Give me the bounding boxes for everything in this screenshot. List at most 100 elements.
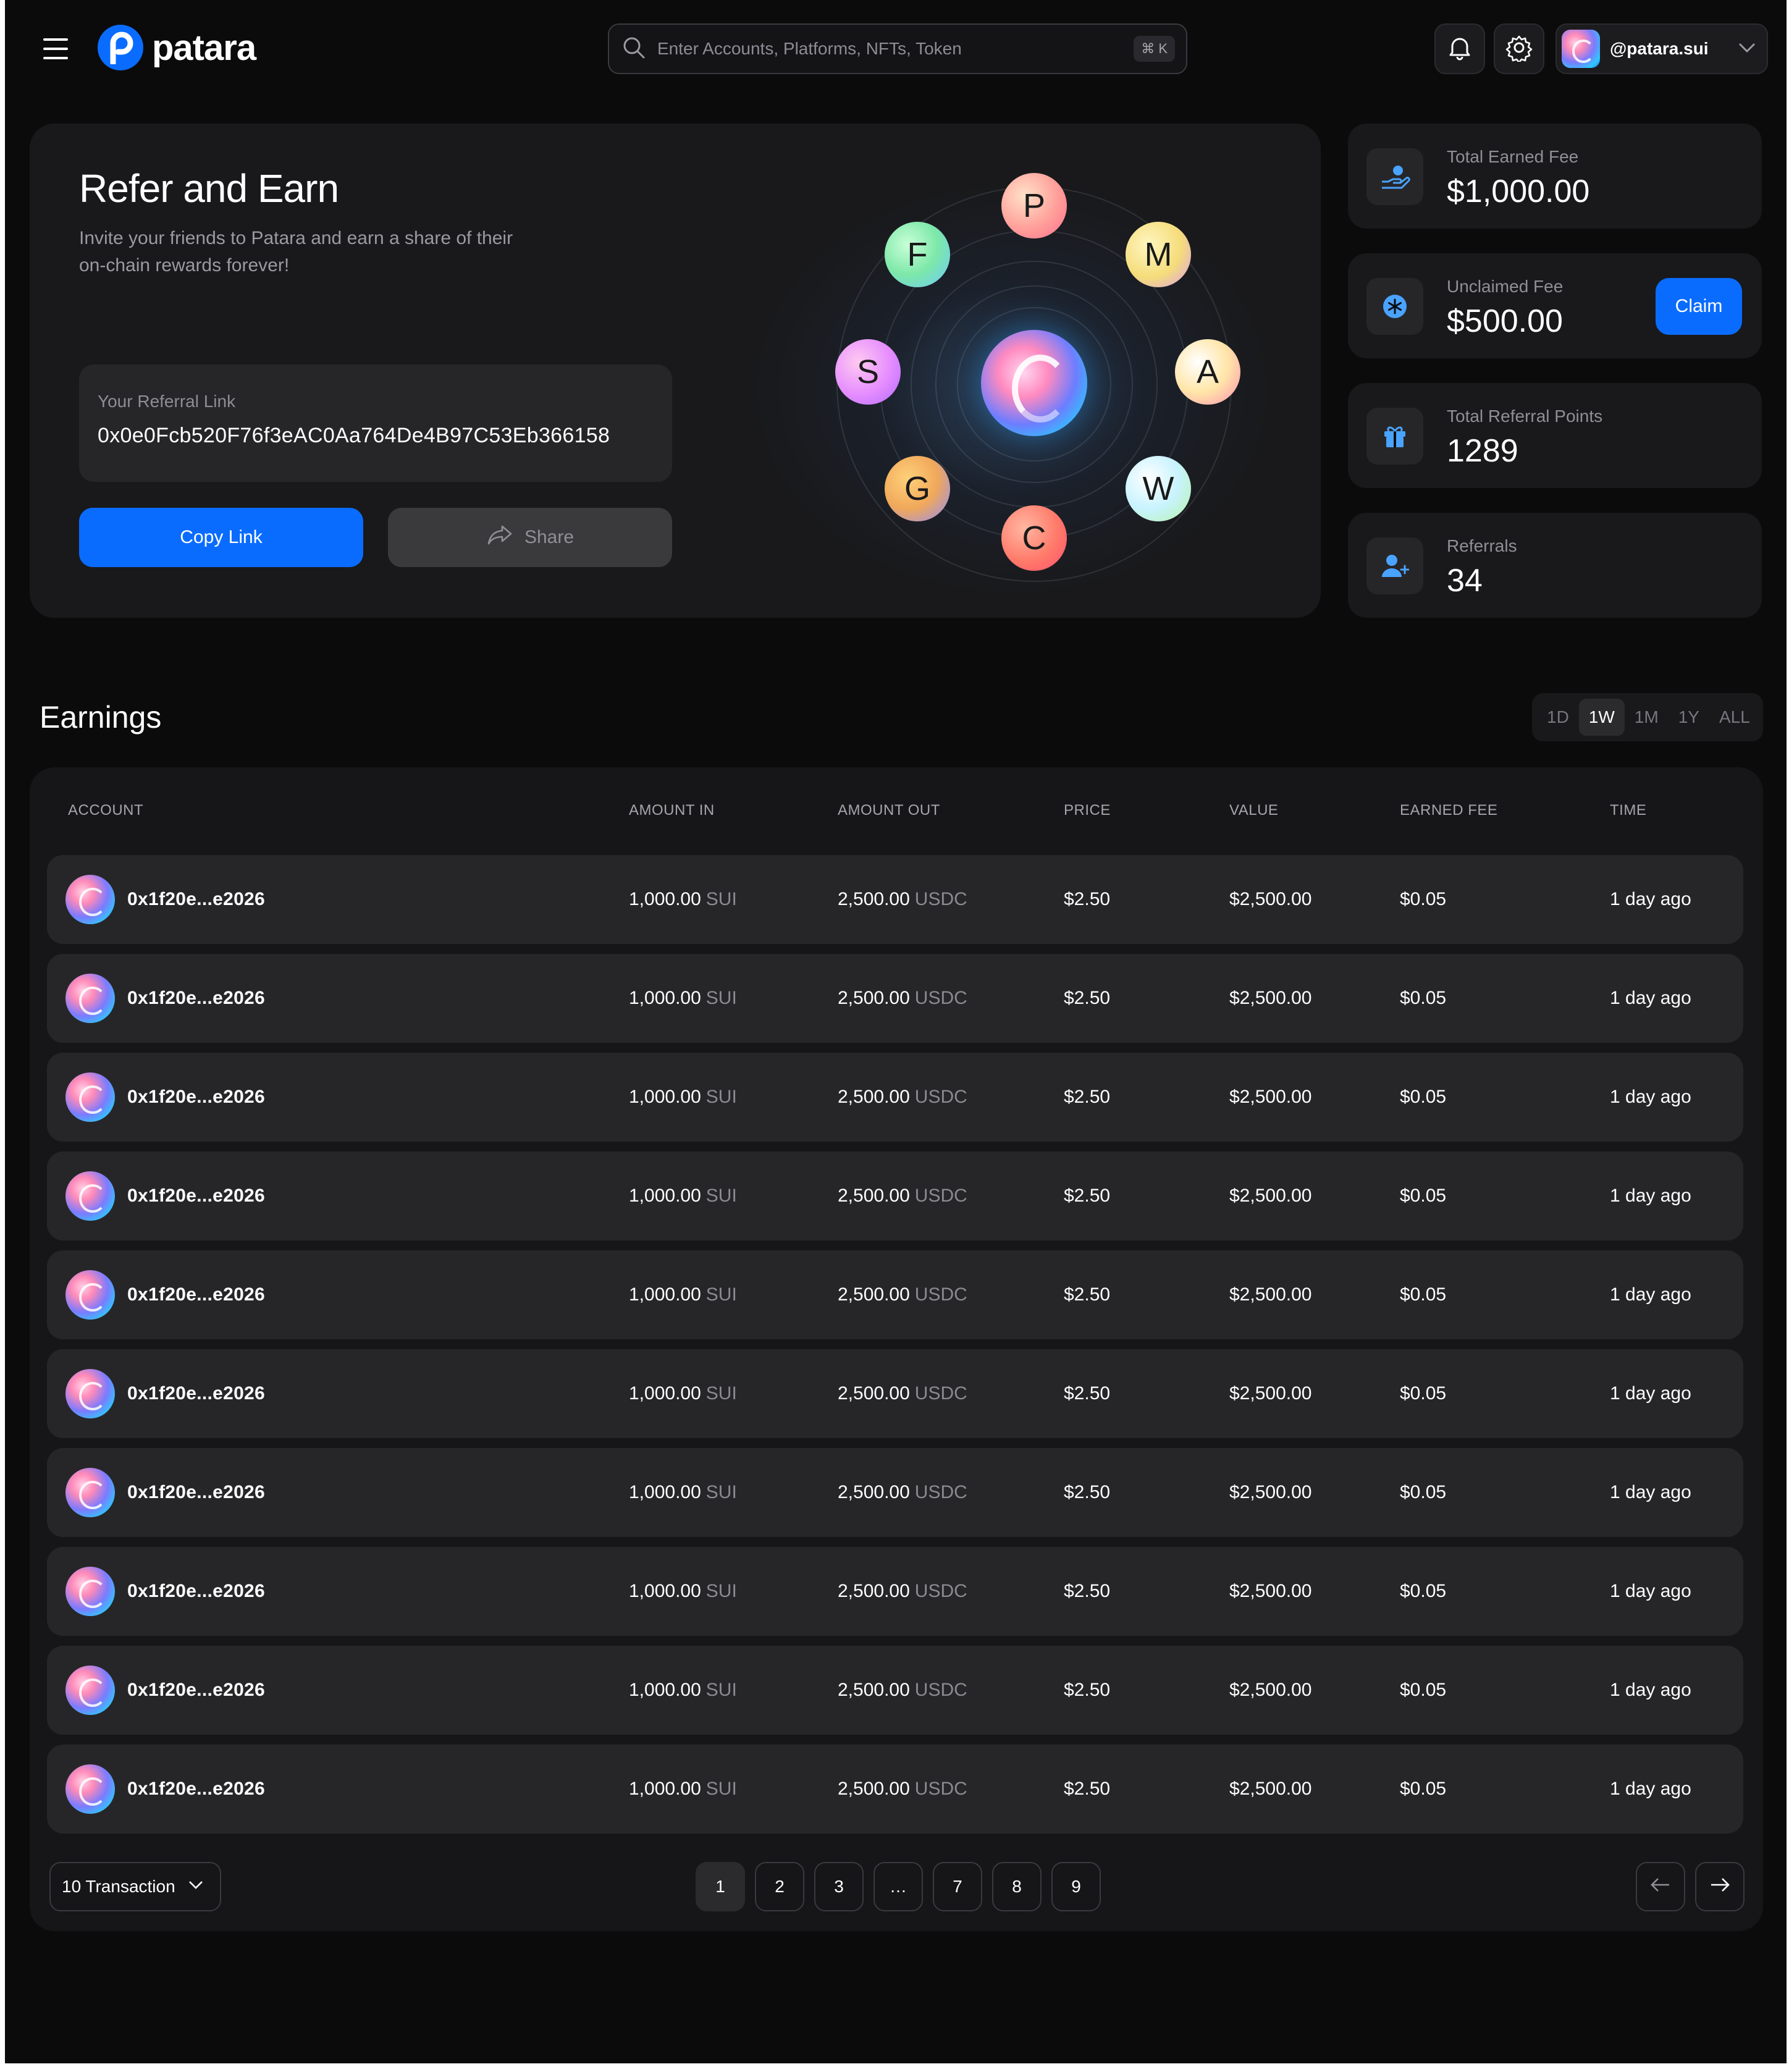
avatar: [1562, 30, 1600, 68]
token-unit: USDC: [914, 1186, 967, 1206]
stat-value: 34: [1447, 563, 1483, 599]
token-unit: SUI: [705, 889, 737, 909]
account-address[interactable]: 0x1f20e...e2026: [127, 1779, 265, 1800]
avatar: [65, 1072, 115, 1122]
notifications-button[interactable]: [1434, 23, 1485, 74]
cell-amount-out: 2,500.00 USDC: [838, 1053, 967, 1142]
cell-price: $2.50: [1064, 1053, 1110, 1142]
table-row[interactable]: 0x1f20e...e2026 1,000.00 SUI 2,500.00 USDC $2…: [47, 1745, 1743, 1834]
next-page-button[interactable]: [1695, 1862, 1745, 1911]
account-address[interactable]: 0x1f20e...e2026: [127, 889, 265, 910]
column-header-amount-out: AMOUNT OUT: [838, 802, 940, 819]
account-address[interactable]: 0x1f20e...e2026: [127, 1087, 265, 1108]
account-address[interactable]: 0x1f20e...e2026: [127, 1383, 265, 1404]
cell-price: $2.50: [1064, 855, 1110, 944]
account-address[interactable]: 0x1f20e...e2026: [127, 1482, 265, 1503]
stat-referrals: Referrals 34: [1348, 513, 1762, 618]
timeframe-1w[interactable]: 1W: [1578, 699, 1625, 736]
claim-button[interactable]: Claim: [1656, 278, 1742, 335]
table-row[interactable]: 0x1f20e...e2026 1,000.00 SUI 2,500.00 USDC $2…: [47, 1646, 1743, 1735]
value-value: $2,500.00: [1229, 1482, 1312, 1502]
amount-in-value: 1,000.00: [629, 988, 701, 1008]
cell-time: 1 day ago: [1610, 1547, 1691, 1636]
refer-subtitle: Invite your friends to Patara and earn a…: [79, 228, 513, 276]
page-button-1[interactable]: 1: [696, 1862, 745, 1911]
page-button-3[interactable]: 3: [814, 1862, 864, 1911]
cell-price: $2.50: [1064, 954, 1110, 1043]
account-address[interactable]: 0x1f20e...e2026: [127, 1581, 265, 1602]
page-ellipsis[interactable]: …: [873, 1862, 923, 1911]
timeframe-1m[interactable]: 1M: [1625, 699, 1669, 736]
price-value: $2.50: [1064, 988, 1111, 1008]
token-unit: SUI: [705, 1482, 737, 1502]
page-button-9[interactable]: 9: [1051, 1862, 1101, 1911]
copy-link-button[interactable]: Copy Link: [79, 508, 363, 567]
timeframe-1y[interactable]: 1Y: [1669, 699, 1709, 736]
search-bar[interactable]: ⌘ K: [608, 23, 1187, 74]
amount-out-value: 2,500.00: [838, 1087, 910, 1107]
cell-price: $2.50: [1064, 1745, 1110, 1834]
orbit-letter-s: S: [835, 339, 901, 405]
table-row[interactable]: 0x1f20e...e2026 1,000.00 SUI 2,500.00 USDC $2…: [47, 1448, 1743, 1537]
snowflake-icon: [1366, 278, 1423, 335]
cell-fee: $0.05: [1400, 1152, 1446, 1240]
prev-page-button[interactable]: [1636, 1862, 1685, 1911]
cell-fee: $0.05: [1400, 954, 1446, 1043]
timeframe-all[interactable]: ALL: [1709, 699, 1760, 736]
account-address[interactable]: 0x1f20e...e2026: [127, 1186, 265, 1207]
account-address[interactable]: 0x1f20e...e2026: [127, 1284, 265, 1305]
token-unit: USDC: [914, 1581, 967, 1601]
value-value: $2,500.00: [1229, 1186, 1312, 1206]
account-address[interactable]: 0x1f20e...e2026: [127, 988, 265, 1009]
table-row[interactable]: 0x1f20e...e2026 1,000.00 SUI 2,500.00 USDC $2…: [47, 1053, 1743, 1142]
amount-out-value: 2,500.00: [838, 1482, 910, 1502]
page-size-select[interactable]: 10 Transaction: [49, 1862, 221, 1911]
page-button-7[interactable]: 7: [933, 1862, 982, 1911]
cell-time: 1 day ago: [1610, 1053, 1691, 1142]
fee-value: $0.05: [1400, 1680, 1447, 1700]
page-button-2[interactable]: 2: [755, 1862, 804, 1911]
settings-button[interactable]: [1494, 23, 1544, 74]
orbit-letter-a: A: [1175, 339, 1240, 405]
account-address[interactable]: 0x1f20e...e2026: [127, 1680, 265, 1701]
timeframe-1d[interactable]: 1D: [1537, 699, 1579, 736]
table-row[interactable]: 0x1f20e...e2026 1,000.00 SUI 2,500.00 USDC $2…: [47, 1349, 1743, 1438]
arrow-right-icon: [1709, 1876, 1731, 1898]
cell-account: 0x1f20e...e2026: [65, 1448, 265, 1537]
table-row[interactable]: 0x1f20e...e2026 1,000.00 SUI 2,500.00 USDC $2…: [47, 855, 1743, 944]
cell-account: 0x1f20e...e2026: [65, 1646, 265, 1735]
amount-in-value: 1,000.00: [629, 1087, 701, 1107]
page-button-8[interactable]: 8: [992, 1862, 1042, 1911]
amount-in-value: 1,000.00: [629, 1779, 701, 1799]
menu-icon[interactable]: [43, 38, 68, 59]
token-unit: USDC: [914, 1087, 967, 1107]
referral-orbit: P M A W C G S F: [818, 168, 1250, 600]
stat-value: $1,000.00: [1447, 174, 1590, 209]
cell-fee: $0.05: [1400, 855, 1446, 944]
cell-amount-in: 1,000.00 SUI: [629, 1250, 737, 1339]
page-size-label: 10 Transaction: [62, 1877, 175, 1896]
amount-out-value: 2,500.00: [838, 988, 910, 1008]
cell-account: 0x1f20e...e2026: [65, 1053, 265, 1142]
table-row[interactable]: 0x1f20e...e2026 1,000.00 SUI 2,500.00 USDC $2…: [47, 1547, 1743, 1636]
referral-link-label: Your Referral Link: [98, 392, 236, 411]
cell-amount-in: 1,000.00 SUI: [629, 1053, 737, 1142]
referral-link-value[interactable]: 0x0e0Fcb520F76f3eAC0Aa764De4B97C53Eb3661…: [98, 424, 654, 448]
stat-unclaimed-fee: Unclaimed Fee $500.00 Claim: [1348, 253, 1762, 358]
profile-menu[interactable]: @patara.sui: [1555, 23, 1768, 74]
fee-value: $0.05: [1400, 988, 1447, 1008]
share-button[interactable]: Share: [388, 508, 672, 567]
price-value: $2.50: [1064, 1087, 1111, 1107]
search-input[interactable]: [657, 39, 1134, 59]
referral-link-box[interactable]: Your Referral Link 0x0e0Fcb520F76f3eAC0A…: [79, 364, 672, 482]
table-row[interactable]: 0x1f20e...e2026 1,000.00 SUI 2,500.00 USDC $2…: [47, 954, 1743, 1043]
time-value: 1 day ago: [1610, 1186, 1691, 1206]
stat-value: 1289: [1447, 433, 1518, 469]
cell-price: $2.50: [1064, 1547, 1110, 1636]
table-row[interactable]: 0x1f20e...e2026 1,000.00 SUI 2,500.00 USDC $2…: [47, 1250, 1743, 1339]
table-row[interactable]: 0x1f20e...e2026 1,000.00 SUI 2,500.00 USDC $2…: [47, 1152, 1743, 1240]
cell-amount-out: 2,500.00 USDC: [838, 1745, 967, 1834]
brand-logo[interactable]: patara: [98, 25, 256, 70]
token-unit: SUI: [705, 1581, 737, 1601]
token-unit: SUI: [705, 1779, 737, 1799]
